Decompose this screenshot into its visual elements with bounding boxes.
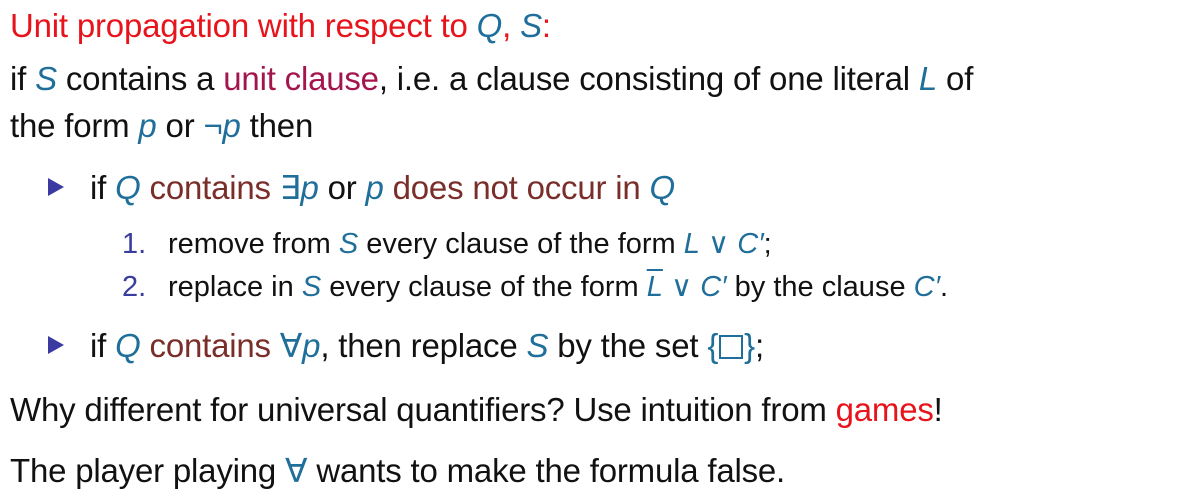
unit-clause-term: unit clause <box>223 60 379 97</box>
b2-close-brace: } <box>744 327 755 364</box>
b1-or: or <box>318 169 366 206</box>
var-s: S <box>35 60 57 97</box>
definition-line-1: if S contains a unit clause, i.e. a clau… <box>10 59 973 99</box>
b1-p: p <box>365 169 384 206</box>
text-or: or <box>156 107 204 144</box>
step-1: remove from S every clause of the form L… <box>168 226 772 262</box>
question-line: Why different for universal quantifiers?… <box>10 390 943 430</box>
text-then: then <box>240 107 314 144</box>
question-text: Why different for universal quantifiers?… <box>10 391 836 428</box>
bullet-2: if Q contains ∀p, then replace S by the … <box>90 326 764 366</box>
b2-forall-p: ∀p <box>279 327 321 364</box>
final-forall: ∀ <box>285 452 308 489</box>
b1-q: Q <box>115 169 141 206</box>
heading-text: Unit propagation with respect to <box>10 7 477 44</box>
step-2-number: 2. <box>122 271 147 303</box>
b2-then: , then replace <box>320 327 527 364</box>
b2-end: ; <box>754 327 764 364</box>
b2-if: if <box>90 327 116 364</box>
heading: Unit propagation with respect to Q, S: <box>10 6 551 46</box>
s1-c: C′ <box>737 228 764 260</box>
s2-or: ∨ <box>662 271 701 303</box>
text-contains: contains a <box>56 60 224 97</box>
final-text-2: wants to make the formula false. <box>307 452 786 489</box>
text-rest: , i.e. a clause consisting of one litera… <box>378 60 919 97</box>
b2-s: S <box>526 327 549 364</box>
games-term: games <box>835 391 934 428</box>
final-line: The player playing ∀ wants to make the f… <box>10 451 785 491</box>
b1-contains: contains <box>140 169 280 206</box>
b2-q: Q <box>115 327 141 364</box>
b2-open-brace: { <box>707 327 719 364</box>
s2-c: C′ <box>700 271 727 303</box>
heading-colon: : <box>541 7 551 44</box>
b2-contains: contains <box>140 327 280 364</box>
text-of: of <box>937 60 974 97</box>
b1-exists-p: ∃p <box>279 169 319 206</box>
bullet-1: if Q contains ∃p or p does not occur in … <box>90 168 675 208</box>
b1-if: if <box>90 169 116 206</box>
text-if: if <box>10 60 36 97</box>
b2-by: by the set <box>548 327 708 364</box>
s1-pre: remove from <box>168 228 339 260</box>
b1-q2: Q <box>649 169 676 206</box>
s2-end: . <box>940 271 949 303</box>
s1-l: L <box>683 228 700 260</box>
s2-by: by the clause <box>726 271 914 303</box>
heading-q: Q <box>476 7 503 44</box>
s2-s: S <box>301 271 322 303</box>
s2-mid: every clause of the form <box>321 271 647 303</box>
heading-comma: , <box>502 7 521 44</box>
s2-pre: replace in <box>168 271 302 303</box>
s1-s: S <box>338 228 359 260</box>
empty-clause-box-icon <box>719 335 744 359</box>
text-the-form: the form <box>10 107 139 144</box>
s2-c2: C′ <box>913 271 941 303</box>
step-2: replace in S every clause of the form L … <box>168 269 948 305</box>
s1-or: ∨ <box>699 228 738 260</box>
var-l: L <box>918 60 938 97</box>
var-p: p <box>138 107 157 144</box>
heading-s: S <box>520 7 542 44</box>
final-text-1: The player playing <box>10 452 286 489</box>
s2-l-bar: L <box>646 271 663 303</box>
s1-end: ; <box>763 228 772 260</box>
b1-does-not: does not occur in <box>383 169 650 206</box>
var-not-p: ¬p <box>203 107 241 144</box>
s1-mid: every clause of the form <box>358 228 684 260</box>
question-excl: ! <box>933 391 943 428</box>
step-1-number: 1. <box>122 228 147 260</box>
definition-line-2: the form p or ¬p then <box>10 106 313 146</box>
bullet-1-marker-icon <box>48 178 64 196</box>
bullet-2-marker-icon <box>48 336 64 354</box>
